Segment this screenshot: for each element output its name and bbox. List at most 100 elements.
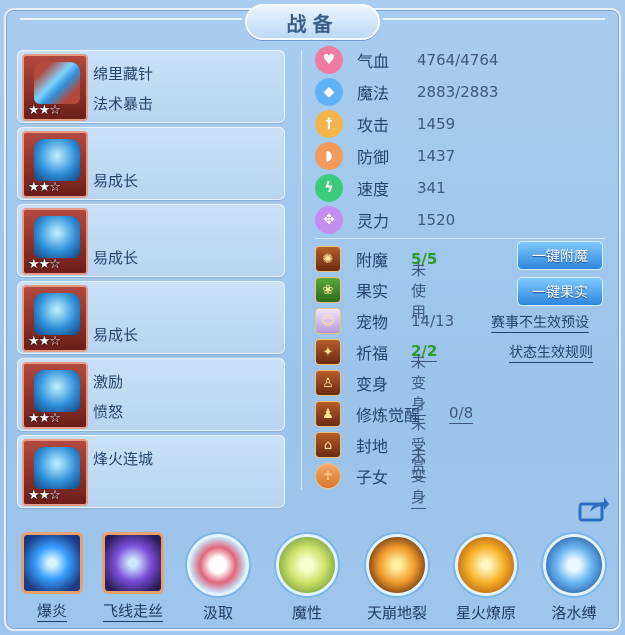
star-rating: ★★☆	[28, 180, 61, 195]
detail-value[interactable]: 未变身	[411, 444, 427, 509]
stat-label: 气血	[357, 52, 390, 71]
stat-spirit: ✥ 灵力 1520	[315, 206, 455, 234]
skill-label: 爆炎	[36, 602, 67, 622]
stat-hp: ♥ 气血 4764/4764	[315, 46, 498, 74]
star-rating: ★★☆	[28, 103, 61, 118]
equipment-thumbnail[interactable]: ★★☆	[22, 54, 88, 121]
blessing-icon: ✦	[315, 339, 341, 365]
stat-value: 1459	[417, 115, 456, 133]
necklace-icon	[34, 216, 80, 258]
skill-label: 洛水缚	[551, 604, 597, 622]
stat-speed: ϟ 速度 341	[315, 174, 446, 202]
stat-label: 魔法	[357, 84, 390, 103]
equipment-card[interactable]: ★★☆ 易成长	[17, 127, 285, 200]
detail-transform: ♙ 变身 未变身	[315, 353, 427, 416]
equipment-thumbnail[interactable]: ★★☆	[22, 439, 88, 506]
share-icon[interactable]	[578, 496, 610, 522]
skill-label: 魔性	[291, 604, 322, 622]
skill-slot[interactable]: 爆炎	[12, 528, 92, 622]
stats-divider	[315, 238, 605, 239]
detail-label: 宠物	[356, 313, 389, 332]
cultivation-icon: ♟	[315, 401, 341, 427]
sword-icon: †	[315, 110, 343, 138]
speed-icon: ϟ	[315, 174, 343, 202]
detail-enchant: ✺ 附魔 5/5	[315, 245, 437, 273]
detail-label: 子女	[356, 468, 389, 487]
star-rating: ★★☆	[28, 334, 61, 349]
stat-attack: † 攻击 1459	[315, 110, 455, 138]
equipment-thumbnail[interactable]: ★★☆	[22, 285, 88, 352]
detail-value: 14/13	[411, 312, 455, 330]
fruit-icon: ❀	[315, 277, 341, 303]
detail-value[interactable]: 0/8	[449, 404, 474, 424]
drain-skill-icon[interactable]	[187, 534, 249, 596]
skill-label: 天崩地裂	[366, 604, 427, 622]
detail-label: 封地	[356, 437, 389, 456]
title-divider-right	[383, 18, 605, 20]
water-bind-skill-icon[interactable]	[543, 534, 605, 596]
skill-label: 汲取	[202, 604, 233, 622]
fruit-all-button[interactable]: 一键果实	[517, 277, 603, 306]
skill-slot[interactable]: 魔性	[267, 528, 347, 623]
equipment-effect: 易成长	[93, 326, 139, 344]
detail-label: 果实	[356, 282, 389, 301]
earthquake-skill-icon[interactable]	[366, 534, 428, 596]
demon-skill-icon[interactable]	[276, 534, 338, 596]
equipment-effect: 易成长	[93, 172, 139, 190]
equipment-card[interactable]: ★★☆ 易成长	[17, 204, 285, 277]
stat-label: 灵力	[357, 212, 390, 231]
star-rating: ★★☆	[28, 411, 61, 426]
mana-icon: ◆	[315, 78, 343, 106]
title-plate: 战备	[245, 4, 380, 40]
equipment-card[interactable]: ★★☆ 绵里藏针 法术暴击	[17, 50, 285, 123]
belt-icon	[34, 370, 80, 412]
detail-child: ☥ 子女 未变身	[315, 446, 427, 509]
equipment-card[interactable]: ★★☆ 易成长	[17, 281, 285, 354]
skill-label: 飞线走丝	[102, 602, 163, 622]
wildfire-skill-icon[interactable]	[455, 534, 517, 596]
skill-slot[interactable]: 汲取	[178, 528, 258, 623]
skill-slot[interactable]: 天崩地裂	[357, 528, 437, 623]
title-divider-left	[20, 18, 242, 20]
enchant-icon: ✺	[315, 246, 341, 272]
skill-label: 星火燎原	[455, 604, 516, 622]
skill-slot[interactable]: 飞线走丝	[93, 528, 173, 622]
spirit-icon: ✥	[315, 206, 343, 234]
transform-icon: ♙	[315, 370, 341, 396]
equipment-list: ★★☆ 绵里藏针 法术暴击 ★★☆ 易成长 ★★☆ 易成长 ★★☆ 易成长 ★★…	[17, 50, 285, 512]
skill-slot[interactable]: 洛水缚	[534, 528, 614, 623]
star-rating: ★★☆	[28, 488, 61, 503]
status-rules-link[interactable]: 状态生效规则	[509, 342, 593, 363]
equipment-name: 绵里藏针	[93, 65, 154, 83]
helmet-icon	[34, 139, 80, 181]
event-preset-link[interactable]: 赛事不生效预设	[491, 312, 589, 333]
stat-defense: ◗ 防御 1437	[315, 142, 455, 170]
page-title: 战备	[286, 11, 339, 36]
equipment-card[interactable]: ★★☆ 烽火连城	[17, 435, 285, 508]
equipment-card[interactable]: ★★☆ 激励 愤怒	[17, 358, 285, 431]
equipment-thumbnail[interactable]: ★★☆	[22, 362, 88, 429]
armor-icon	[34, 293, 80, 335]
thread-skill-icon[interactable]	[102, 532, 164, 594]
detail-label: 附魔	[356, 251, 389, 270]
shield-icon: ◗	[315, 142, 343, 170]
stat-value: 341	[417, 179, 446, 197]
stat-value: 1520	[417, 211, 456, 229]
enchant-all-button[interactable]: 一键附魔	[517, 241, 603, 270]
skill-bar: 爆炎 飞线走丝 汲取 魔性 天崩地裂 星火燎原 洛水缚	[0, 528, 625, 635]
territory-icon: ⌂	[315, 432, 341, 458]
equipment-effect: 易成长	[93, 249, 139, 267]
detail-fruit: ❀ 果实 未使用	[315, 261, 426, 321]
equipment-effect: 愤怒	[93, 403, 124, 421]
star-rating: ★★☆	[28, 257, 61, 272]
equipment-effect: 法术暴击	[93, 95, 154, 113]
equipment-thumbnail[interactable]: ★★☆	[22, 131, 88, 198]
explosion-skill-icon[interactable]	[21, 532, 83, 594]
equipment-thumbnail[interactable]: ★★☆	[22, 208, 88, 275]
skill-slot[interactable]: 星火燎原	[446, 528, 526, 623]
stat-label: 攻击	[357, 116, 390, 135]
needle-weapon-icon	[34, 62, 80, 104]
child-icon: ☥	[315, 463, 341, 489]
equipment-name: 烽火连城	[93, 450, 154, 468]
heart-icon: ♥	[315, 46, 343, 74]
